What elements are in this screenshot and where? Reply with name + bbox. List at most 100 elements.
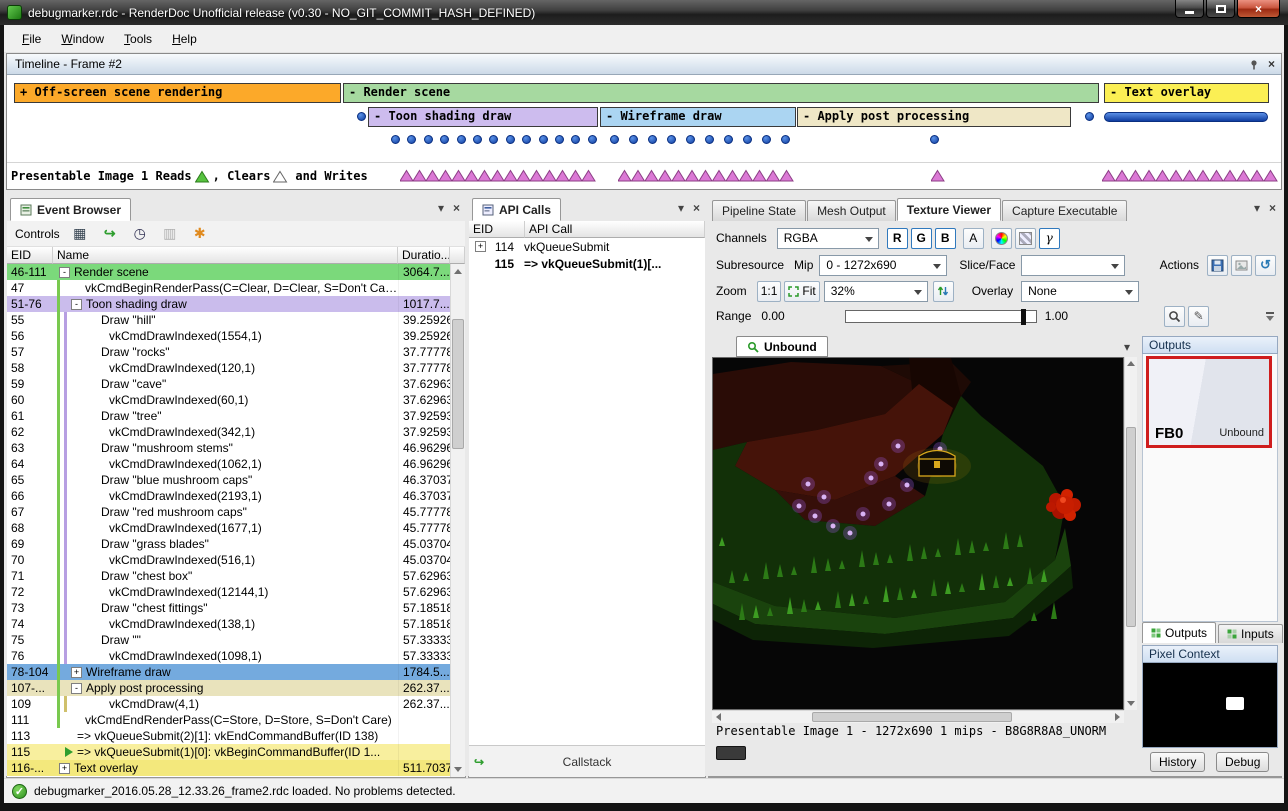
event-row[interactable]: 76vkCmdDrawIndexed(1098,1)57.33333	[7, 648, 450, 664]
timeline-event-dot[interactable]	[473, 135, 482, 144]
range-slider-handle[interactable]	[1021, 309, 1026, 325]
minimize-button[interactable]	[1175, 0, 1204, 18]
column-api-call[interactable]: API Call	[525, 221, 705, 238]
event-row[interactable]: 51-76-Toon shading draw1017.7...	[7, 296, 450, 312]
fb0-thumbnail[interactable]: FB0 Unbound	[1146, 356, 1272, 448]
tab-event-browser[interactable]: Event Browser	[10, 198, 131, 221]
event-row[interactable]: 109vkCmdDraw(4,1)262.37...	[7, 696, 450, 712]
tree-expand-icon[interactable]: -	[71, 683, 82, 694]
tab-texture-viewer[interactable]: Texture Viewer	[897, 198, 1001, 221]
timeline-area[interactable]: + Off-screen scene rendering- Render sce…	[7, 75, 1281, 189]
pixel-context-view[interactable]	[1142, 663, 1278, 748]
api-call-row[interactable]: +114vkQueueSubmit	[469, 238, 705, 255]
event-row[interactable]: 111vkCmdEndRenderPass(C=Store, D=Store, …	[7, 712, 450, 728]
columns-icon[interactable]: ▦	[70, 224, 90, 244]
custom-display-button[interactable]	[991, 228, 1012, 249]
autofit-range-button[interactable]	[1164, 306, 1185, 327]
api-calls-column-headers[interactable]: EID API Call	[469, 221, 705, 238]
timeline-event-dot[interactable]	[571, 135, 580, 144]
tree-expand-icon[interactable]: -	[59, 267, 70, 278]
timeline-event-dot[interactable]	[930, 135, 939, 144]
timeline-event-dot[interactable]	[629, 135, 638, 144]
timeline-activity-bar[interactable]	[1104, 112, 1268, 122]
event-row[interactable]: 63Draw "mushroom stems"46.96296	[7, 440, 450, 456]
timeline-event-dot[interactable]	[610, 135, 619, 144]
mip-select[interactable]: 0 - 1272x690	[819, 255, 947, 276]
timeline-event-dot[interactable]	[489, 135, 498, 144]
tab-inputs[interactable]: Inputs	[1218, 624, 1283, 643]
range-settings-button[interactable]: ✎	[1188, 306, 1209, 327]
timeline-event-dot[interactable]	[357, 112, 366, 121]
event-row[interactable]: 65Draw "blue mushroom caps"46.37037	[7, 472, 450, 488]
timeline-event-dot[interactable]	[667, 135, 676, 144]
column-eid[interactable]: EID	[469, 221, 525, 238]
alpha-channel-button[interactable]: A	[963, 228, 984, 249]
texture-preview-image[interactable]	[713, 358, 1123, 709]
event-row[interactable]: 55Draw "hill"39.25926	[7, 312, 450, 328]
toolbar-overflow-button[interactable]	[1266, 312, 1274, 321]
timeline-event-dot[interactable]	[457, 135, 466, 144]
tab-mesh-output[interactable]: Mesh Output	[807, 200, 896, 221]
title-bar[interactable]: debugmarker.rdc - RenderDoc Unofficial r…	[0, 0, 1288, 25]
timeline-marker-bar[interactable]: + Off-screen scene rendering	[14, 83, 341, 103]
menu-help[interactable]: Help	[162, 28, 207, 50]
event-browser-column-headers[interactable]: EID Name Duratio...	[7, 247, 465, 264]
event-row[interactable]: 78-104+Wireframe draw1784.5...	[7, 664, 450, 680]
menu-file[interactable]: File	[12, 28, 51, 50]
column-duration[interactable]: Duratio...	[398, 247, 450, 264]
tree-expand-icon[interactable]: -	[71, 299, 82, 310]
event-row[interactable]: 75Draw ""57.33333	[7, 632, 450, 648]
timeline-header[interactable]: Timeline - Frame #2 ×	[7, 54, 1281, 75]
event-browser-scrollbar[interactable]	[450, 264, 465, 777]
zoom-fit-button[interactable]: Fit	[784, 281, 819, 302]
maximize-button[interactable]	[1206, 0, 1235, 18]
event-row[interactable]: 66vkCmdDrawIndexed(2193,1)46.37037	[7, 488, 450, 504]
scrollbar-thumb[interactable]	[812, 712, 1012, 722]
background-checker-button[interactable]	[1015, 228, 1036, 249]
timeline-event-dot[interactable]	[705, 135, 714, 144]
timeline-event-dot[interactable]	[743, 135, 752, 144]
event-row[interactable]: 64vkCmdDrawIndexed(1062,1)46.96296	[7, 456, 450, 472]
options-icon[interactable]: ✱	[190, 224, 210, 244]
column-eid[interactable]: EID	[7, 247, 53, 264]
event-row[interactable]: 72vkCmdDrawIndexed(12144,1)57.62963	[7, 584, 450, 600]
timeline-event-dot[interactable]	[555, 135, 564, 144]
timeline-marker-bar[interactable]: - Apply post processing	[797, 107, 1071, 127]
event-row[interactable]: 71Draw "chest box"57.62963	[7, 568, 450, 584]
panel-close-icon[interactable]: ×	[1269, 202, 1276, 214]
gamma-button[interactable]: γ	[1039, 228, 1060, 249]
tab-unbound[interactable]: Unbound	[736, 336, 828, 357]
event-row[interactable]: 59Draw "cave"37.62963	[7, 376, 450, 392]
save-texture-button[interactable]	[1207, 255, 1228, 276]
range-slider[interactable]	[845, 310, 1037, 323]
timeline-event-dot[interactable]	[424, 135, 433, 144]
event-row[interactable]: 61Draw "tree"37.92593	[7, 408, 450, 424]
event-row[interactable]: 62vkCmdDrawIndexed(342,1)37.92593	[7, 424, 450, 440]
slice-face-select[interactable]	[1021, 255, 1125, 276]
scrollbar-thumb[interactable]	[452, 319, 464, 449]
close-button[interactable]: ×	[1237, 0, 1280, 18]
tree-expand-icon[interactable]: +	[59, 763, 70, 774]
timeline-event-dot[interactable]	[1085, 112, 1094, 121]
tab-api-calls[interactable]: API Calls	[472, 198, 561, 221]
timeline-event-dot[interactable]	[648, 135, 657, 144]
flip-y-button[interactable]	[933, 281, 954, 302]
timeline-event-dot[interactable]	[391, 135, 400, 144]
event-row[interactable]: 57Draw "rocks"37.77778	[7, 344, 450, 360]
timeline-event-dot[interactable]	[588, 135, 597, 144]
menu-window[interactable]: Window	[51, 28, 114, 50]
history-button[interactable]: History	[1150, 752, 1205, 772]
overlay-select[interactable]: None	[1021, 281, 1139, 302]
texture-canvas[interactable]	[712, 357, 1124, 710]
timeline-marker-bar[interactable]: - Toon shading draw	[368, 107, 598, 127]
scrollbar-thumb[interactable]	[1126, 427, 1136, 627]
refresh-button[interactable]: ↺	[1255, 255, 1276, 276]
pin-icon[interactable]	[1249, 59, 1260, 70]
event-row[interactable]: 68vkCmdDrawIndexed(1677,1)45.77778	[7, 520, 450, 536]
panel-close-icon[interactable]: ×	[693, 202, 700, 214]
timeline-marker-bar[interactable]: - Wireframe draw	[600, 107, 796, 127]
green-channel-button[interactable]: G	[911, 228, 932, 249]
tab-outputs[interactable]: Outputs	[1142, 622, 1216, 643]
blue-channel-button[interactable]: B	[935, 228, 956, 249]
red-channel-button[interactable]: R	[887, 228, 908, 249]
